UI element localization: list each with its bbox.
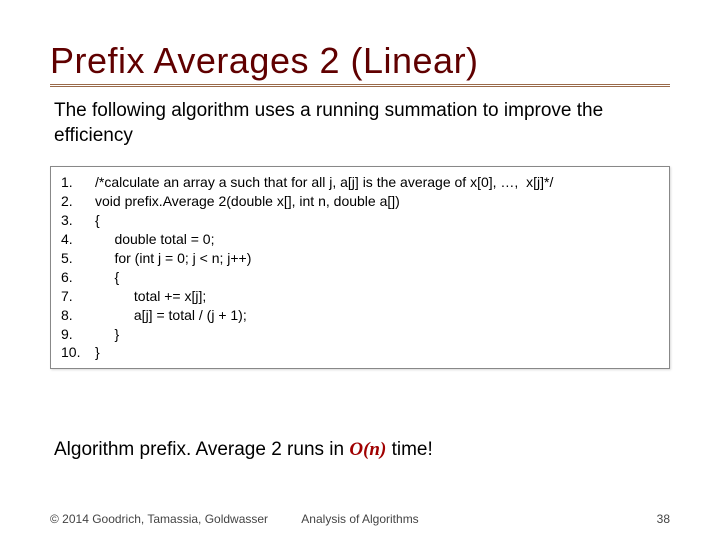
footer-center: Analysis of Algorithms [301,512,418,526]
code-line-text: void prefix.Average 2(double x[], int n,… [95,192,659,211]
code-line-number: 3. [61,211,95,230]
code-line-number: 8. [61,306,95,325]
code-line-number: 10. [61,343,95,362]
code-line-number: 4. [61,230,95,249]
code-line-text: /*calculate an array a such that for all… [95,173,659,192]
conclusion-suffix: time! [386,439,432,460]
big-o-notation: O(n) [349,439,386,460]
code-line-text: { [95,211,659,230]
code-line: 4. double total = 0; [61,230,659,249]
code-line-text: for (int j = 0; j < n; j++) [95,249,659,268]
conclusion-function-name: prefix. Average 2 [140,439,282,460]
slide-footer: © 2014 Goodrich, Tamassia, Goldwasser An… [50,512,670,526]
code-line: 1./*calculate an array a such that for a… [61,173,659,192]
code-line-number: 7. [61,287,95,306]
footer-copyright: © 2014 Goodrich, Tamassia, Goldwasser [50,512,268,526]
code-line: 8. a[j] = total / (j + 1); [61,306,659,325]
code-line-number: 9. [61,325,95,344]
code-line-number: 5. [61,249,95,268]
code-line-number: 1. [61,173,95,192]
code-line: 3.{ [61,211,659,230]
code-box: 1./*calculate an array a such that for a… [50,166,670,369]
title-underline [50,84,670,87]
code-line: 6. { [61,268,659,287]
code-line: 5. for (int j = 0; j < n; j++) [61,249,659,268]
code-line-number: 2. [61,192,95,211]
code-line-text: total += x[j]; [95,287,659,306]
conclusion-prefix: Algorithm [54,439,140,460]
conclusion-text: Algorithm prefix. Average 2 runs in O(n)… [50,439,670,461]
slide-title: Prefix Averages 2 (Linear) [50,40,670,82]
code-line: 9. } [61,325,659,344]
code-line: 10.} [61,343,659,362]
footer-page-number: 38 [657,512,670,526]
code-line: 2.void prefix.Average 2(double x[], int … [61,192,659,211]
code-line: 7. total += x[j]; [61,287,659,306]
code-line-text: } [95,343,659,362]
intro-text: The following algorithm uses a running s… [50,99,670,148]
code-line-text: { [95,268,659,287]
code-line-text: double total = 0; [95,230,659,249]
code-line-text: a[j] = total / (j + 1); [95,306,659,325]
code-line-text: } [95,325,659,344]
code-line-number: 6. [61,268,95,287]
conclusion-mid: runs in [282,439,350,460]
